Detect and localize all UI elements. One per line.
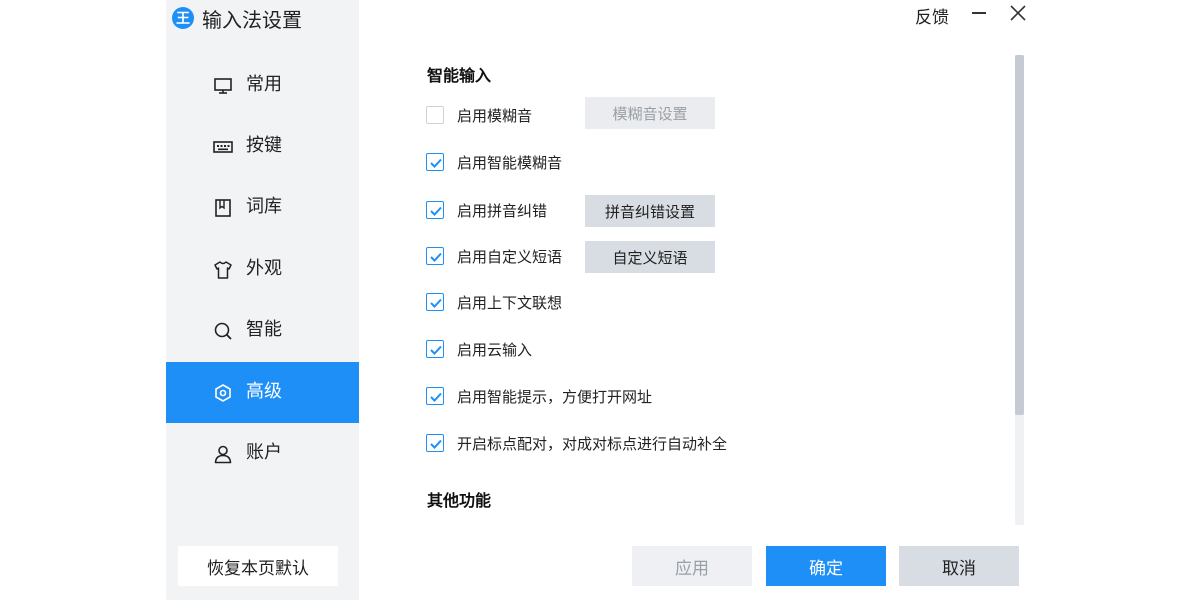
option-row: 启用智能提示，方便打开网址 <box>426 384 652 408</box>
option-label: 启用拼音纠错 <box>457 201 548 220</box>
checkmark-icon <box>430 206 442 216</box>
option-row: 启用模糊音 <box>426 103 532 127</box>
scrollbar-thumb[interactable] <box>1015 55 1024 415</box>
sidebar-item-common[interactable]: 常用 <box>166 55 359 116</box>
window-title: 输入法设置 <box>202 7 302 32</box>
pinyin-correction-checkbox[interactable] <box>426 201 444 219</box>
user-icon <box>214 445 232 464</box>
sidebar-item-label: 外观 <box>246 258 282 279</box>
sidebar-item-label: 智能 <box>246 319 282 340</box>
fuzzy-pinyin-settings-button[interactable]: 模糊音设置 <box>585 97 715 129</box>
sidebar-item-smart[interactable]: 智能 <box>166 300 359 361</box>
app-logo-icon: 王 <box>172 7 194 29</box>
sidebar-item-label: 词库 <box>246 196 282 217</box>
shirt-icon <box>214 261 232 279</box>
punctuation-pairing-checkbox[interactable] <box>426 434 444 452</box>
sidebar-item-label: 高级 <box>246 381 282 402</box>
option-row: 启用拼音纠错 <box>426 198 547 222</box>
checkmark-icon <box>430 439 442 449</box>
option-label: 启用自定义短语 <box>457 247 563 266</box>
option-label: 开启标点配对，对成对标点进行自动补全 <box>457 434 728 453</box>
option-row: 开启标点配对，对成对标点进行自动补全 <box>426 431 727 455</box>
apply-button[interactable]: 应用 <box>632 546 752 586</box>
checkmark-icon <box>430 298 442 308</box>
checkmark-icon <box>430 158 442 168</box>
option-label: 启用云输入 <box>457 340 533 359</box>
close-icon[interactable] <box>1009 4 1027 22</box>
settings-window: 王 输入法设置 常用 按键 词库 外观 智能 高级 账户 恢复本页默认 反馈 智… <box>166 0 1026 600</box>
smart-fuzzy-checkbox[interactable] <box>426 153 444 171</box>
section-title-smart-input: 智能输入 <box>427 66 492 85</box>
pinyin-correction-settings-button[interactable]: 拼音纠错设置 <box>585 195 715 227</box>
keyboard-icon <box>213 141 233 153</box>
section-title-other: 其他功能 <box>427 491 492 510</box>
option-label: 启用上下文联想 <box>457 293 563 312</box>
sidebar-item-dictionary[interactable]: 词库 <box>166 177 359 238</box>
sidebar-item-advanced[interactable]: 高级 <box>166 362 359 423</box>
option-row: 启用上下文联想 <box>426 290 562 314</box>
search-icon <box>214 322 232 340</box>
cancel-button[interactable]: 取消 <box>899 546 1019 586</box>
sidebar-item-appearance[interactable]: 外观 <box>166 239 359 300</box>
ok-button[interactable]: 确定 <box>766 546 886 586</box>
sidebar-item-label: 账户 <box>246 442 282 463</box>
checkmark-icon <box>430 345 442 355</box>
sidebar-item-label: 按键 <box>246 135 282 156</box>
context-association-checkbox[interactable] <box>426 293 444 311</box>
sidebar: 王 输入法设置 常用 按键 词库 外观 智能 高级 账户 恢复本页默认 <box>166 0 359 600</box>
option-row: 启用自定义短语 <box>426 244 562 268</box>
cloud-input-checkbox[interactable] <box>426 340 444 358</box>
checkmark-icon <box>430 252 442 262</box>
sidebar-item-label: 常用 <box>246 74 282 95</box>
option-row: 启用智能模糊音 <box>426 150 562 174</box>
book-icon <box>215 199 231 217</box>
scrollbar[interactable] <box>1015 55 1024 525</box>
custom-phrase-button[interactable]: 自定义短语 <box>585 241 715 273</box>
option-row: 启用云输入 <box>426 337 532 361</box>
smart-hint-checkbox[interactable] <box>426 387 444 405</box>
sidebar-item-account[interactable]: 账户 <box>166 423 359 484</box>
option-label: 启用智能模糊音 <box>457 153 563 172</box>
option-label: 启用模糊音 <box>457 106 533 125</box>
option-label: 启用智能提示，方便打开网址 <box>457 387 653 406</box>
monitor-icon <box>214 78 232 94</box>
sidebar-item-keys[interactable]: 按键 <box>166 116 359 177</box>
custom-phrase-checkbox[interactable] <box>426 247 444 265</box>
checkmark-icon <box>430 392 442 402</box>
hexagon-settings-icon <box>215 384 231 402</box>
fuzzy-pinyin-checkbox[interactable] <box>426 106 444 124</box>
minimize-icon[interactable] <box>972 12 986 14</box>
feedback-link[interactable]: 反馈 <box>915 3 949 28</box>
app-title: 王 输入法设置 <box>172 4 302 32</box>
restore-defaults-button[interactable]: 恢复本页默认 <box>178 546 338 586</box>
